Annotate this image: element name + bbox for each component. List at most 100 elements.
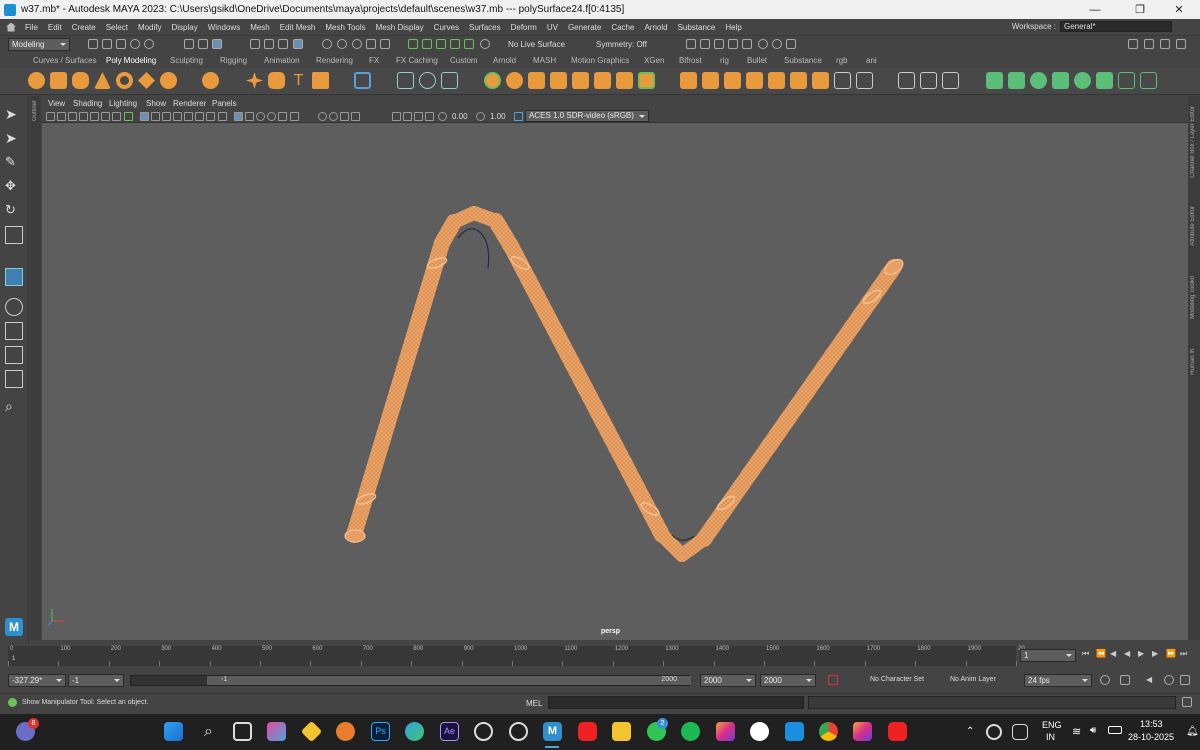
wireframe-on-shaded-icon[interactable] (162, 112, 171, 121)
panel-menu-show[interactable]: Show (146, 99, 166, 108)
poly-surface-mesh[interactable] (344, 206, 906, 562)
menu-mesh-display[interactable]: Mesh Display (376, 23, 424, 32)
after-effects-icon[interactable]: Ae (440, 722, 459, 741)
select-face-icon[interactable] (278, 39, 288, 49)
bridge-edge-icon[interactable] (724, 72, 741, 89)
range-end-field-2[interactable]: 2000 (760, 674, 816, 687)
smooth-icon[interactable] (441, 72, 458, 89)
scale-tool-icon[interactable] (5, 226, 23, 244)
select-uv-icon[interactable] (293, 39, 303, 49)
tray-chevron-icon[interactable]: ⌃ (966, 726, 974, 737)
play-forward-icon[interactable]: ▶ (1138, 649, 1148, 659)
script-editor-icon[interactable] (1182, 697, 1192, 707)
youtube-icon[interactable] (578, 722, 597, 741)
tool-settings-toggle-icon[interactable] (1160, 39, 1170, 49)
shelf-tab-xgen[interactable]: XGen (644, 56, 664, 65)
gamma-icon[interactable] (476, 112, 485, 121)
menu-windows[interactable]: Windows (208, 23, 240, 32)
snap-point-icon[interactable] (352, 39, 362, 49)
channel-box-toggle-icon[interactable] (1176, 39, 1186, 49)
shelf-tab-custom[interactable]: Custom (450, 56, 478, 65)
menu-mesh[interactable]: Mesh (250, 23, 270, 32)
bevel-icon[interactable] (702, 72, 719, 89)
live-surface-label[interactable]: No Live Surface (508, 40, 565, 49)
shelf-tab-fx[interactable]: FX (369, 56, 379, 65)
mirror-icon[interactable] (506, 72, 523, 89)
render-settings-icon[interactable] (728, 39, 738, 49)
slide-edge-icon[interactable] (942, 72, 959, 89)
instagram-2-icon[interactable] (853, 722, 872, 741)
preferences-icon[interactable] (1180, 675, 1190, 685)
menu-cache[interactable]: Cache (611, 23, 634, 32)
isolate-select-icon[interactable] (234, 112, 243, 121)
rotate-tool-icon[interactable]: ↻ (5, 202, 23, 220)
shelf-tab-rigging[interactable]: Rigging (220, 56, 247, 65)
render-setup-icon[interactable] (758, 39, 768, 49)
file-explorer-icon[interactable] (612, 722, 631, 741)
shelf-tab-bullet[interactable]: Bullet (747, 56, 767, 65)
menu-arnold[interactable]: Arnold (644, 23, 667, 32)
magnet-icon[interactable] (464, 39, 474, 49)
xray-active-icon[interactable] (267, 112, 276, 121)
uv-automatic-icon[interactable] (1096, 72, 1113, 89)
auto-key-icon[interactable] (828, 675, 838, 685)
mel-label[interactable]: MEL (526, 699, 542, 708)
range-field-2[interactable]: -1 (68, 674, 124, 687)
redo-icon[interactable] (144, 39, 154, 49)
camera-select-icon[interactable] (46, 112, 55, 121)
exposure-field[interactable]: 0.00 (452, 112, 468, 121)
light-editor-icon[interactable] (772, 39, 782, 49)
range-field-1[interactable]: -327.29* (8, 674, 66, 687)
lock-icon[interactable] (366, 39, 376, 49)
step-back-frame-icon[interactable]: ◀ (1110, 649, 1120, 659)
human-ik-tab[interactable]: Human IK (1190, 348, 1196, 375)
select-object-icon[interactable] (198, 39, 208, 49)
split-icon[interactable] (834, 72, 851, 89)
clock-time[interactable]: 13:53 (1140, 719, 1163, 729)
lasso-tool-icon[interactable]: ➤ (5, 130, 23, 148)
menu-generate[interactable]: Generate (568, 23, 601, 32)
safe-title-icon[interactable] (414, 112, 423, 121)
current-frame-field[interactable]: 1 (1020, 649, 1076, 662)
colorspace-dropdown[interactable]: ACES 1.0 SDR-video (sRGB) (525, 110, 649, 122)
merge-icon[interactable] (790, 72, 807, 89)
ambient-occlusion-icon[interactable] (206, 112, 215, 121)
minimize-button[interactable]: — (1080, 0, 1110, 19)
shelf-tab-substance[interactable]: Substance (784, 56, 822, 65)
collapse-icon[interactable] (812, 72, 829, 89)
maya-home-icon[interactable]: M (5, 618, 23, 636)
poly-cube-icon[interactable] (50, 72, 67, 89)
panel-menu-renderer[interactable]: Renderer (173, 99, 206, 108)
outliner-layout-icon[interactable] (5, 370, 23, 388)
exposure-icon[interactable] (438, 112, 447, 121)
attribute-editor-tab[interactable]: Attribute Editor (1190, 206, 1196, 246)
menu-modify[interactable]: Modify (138, 23, 162, 32)
step-forward-key-icon[interactable]: ⏩ (1166, 649, 1176, 659)
poly-torus-icon[interactable] (116, 72, 133, 89)
menu-deform[interactable]: Deform (511, 23, 537, 32)
bookmark-icon[interactable] (68, 112, 77, 121)
channel-box-tab[interactable]: Channel Box / Layer Editor (1190, 106, 1196, 178)
undo-icon[interactable] (130, 39, 140, 49)
shadows-icon[interactable] (195, 112, 204, 121)
spotify-icon[interactable] (681, 722, 700, 741)
resolution-gate-icon[interactable] (340, 112, 349, 121)
play-back-icon[interactable]: ◀ (1124, 649, 1134, 659)
gate-mask-icon[interactable] (351, 112, 360, 121)
obs-icon[interactable] (509, 722, 528, 741)
panel-menu-panels[interactable]: Panels (212, 99, 236, 108)
search-icon[interactable]: ⌕ (5, 398, 23, 416)
select-edge-icon[interactable] (264, 39, 274, 49)
attribute-editor-toggle-icon[interactable] (1144, 39, 1154, 49)
playback-settings-icon[interactable] (1164, 675, 1174, 685)
shelf-tab-curves-surfaces[interactable]: Curves / Surfaces (33, 56, 97, 65)
fps-dropdown[interactable]: 24 fps (1024, 674, 1092, 687)
xray-icon[interactable] (245, 112, 254, 121)
step-forward-frame-icon[interactable]: ▶ (1152, 649, 1162, 659)
append-polygon-icon[interactable] (746, 72, 763, 89)
notification-bell-icon[interactable]: 🔔︎ (1186, 726, 1199, 737)
poly-cylinder-icon[interactable] (72, 72, 89, 89)
safe-action-icon[interactable] (403, 112, 412, 121)
image-plane-icon[interactable] (79, 112, 88, 121)
wifi-icon[interactable]: ≋ (1072, 725, 1081, 738)
